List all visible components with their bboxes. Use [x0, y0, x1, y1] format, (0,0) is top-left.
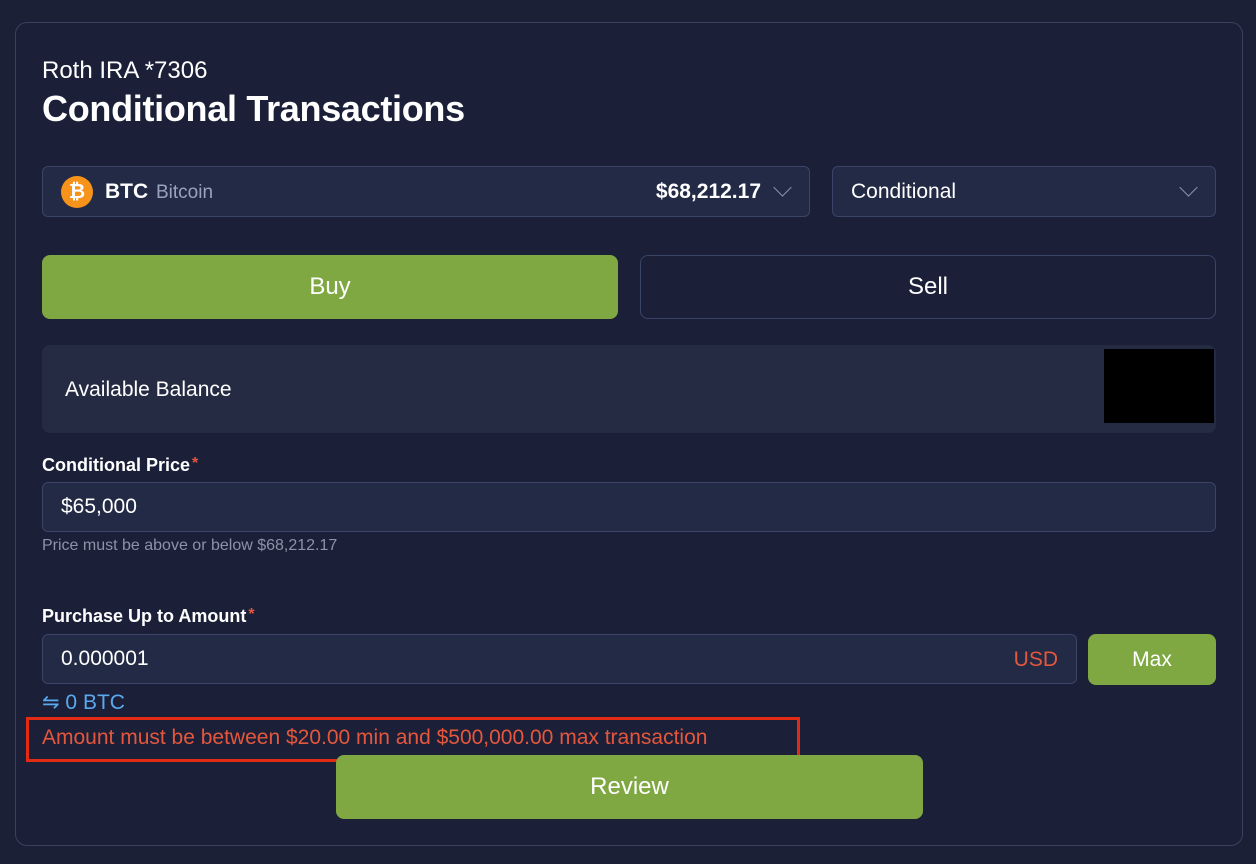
amount-error-message: Amount must be between $20.00 min and $5… [42, 726, 708, 749]
chevron-down-icon [1179, 178, 1198, 197]
amount-label: Purchase Up to Amount * [42, 606, 255, 627]
conditional-price-label-text: Conditional Price [42, 455, 191, 475]
buy-button[interactable]: Buy [42, 255, 618, 319]
amount-value: 0.000001 [61, 647, 149, 670]
available-balance-label: Available Balance [65, 378, 232, 401]
account-name: Roth IRA *7306 [42, 57, 208, 84]
asset-select[interactable]: ₿ BTC Bitcoin $68,212.17 [42, 166, 810, 217]
conditional-price-label: Conditional Price * [42, 455, 198, 476]
chevron-down-icon [773, 178, 792, 197]
asset-name: Bitcoin [156, 182, 214, 203]
review-button[interactable]: Review [336, 755, 923, 819]
conditional-price-input[interactable]: $65,000 [42, 482, 1216, 532]
redacted-balance [1104, 349, 1214, 423]
sell-button[interactable]: Sell [640, 255, 1216, 319]
asset-price: $68,212.17 [655, 180, 761, 203]
page-title: Conditional Transactions [42, 88, 465, 129]
available-balance-panel: Available Balance [42, 345, 1216, 433]
order-type-value: Conditional [851, 180, 957, 203]
currency-toggle[interactable]: ⇋ 0 BTC [42, 690, 125, 715]
amount-label-text: Purchase Up to Amount [42, 606, 247, 626]
amount-input[interactable]: 0.000001 USD [42, 634, 1077, 684]
price-hint: Price must be above or below $68,212.17 [42, 537, 338, 554]
bitcoin-icon: ₿ [61, 176, 93, 208]
conditional-price-value: $65,000 [61, 495, 137, 518]
max-button[interactable]: Max [1088, 634, 1216, 685]
amount-unit: USD [1013, 648, 1058, 671]
required-marker: * [192, 455, 199, 472]
asset-symbol: BTC [105, 180, 149, 203]
order-type-select[interactable]: Conditional [832, 166, 1216, 217]
required-marker: * [248, 606, 255, 623]
